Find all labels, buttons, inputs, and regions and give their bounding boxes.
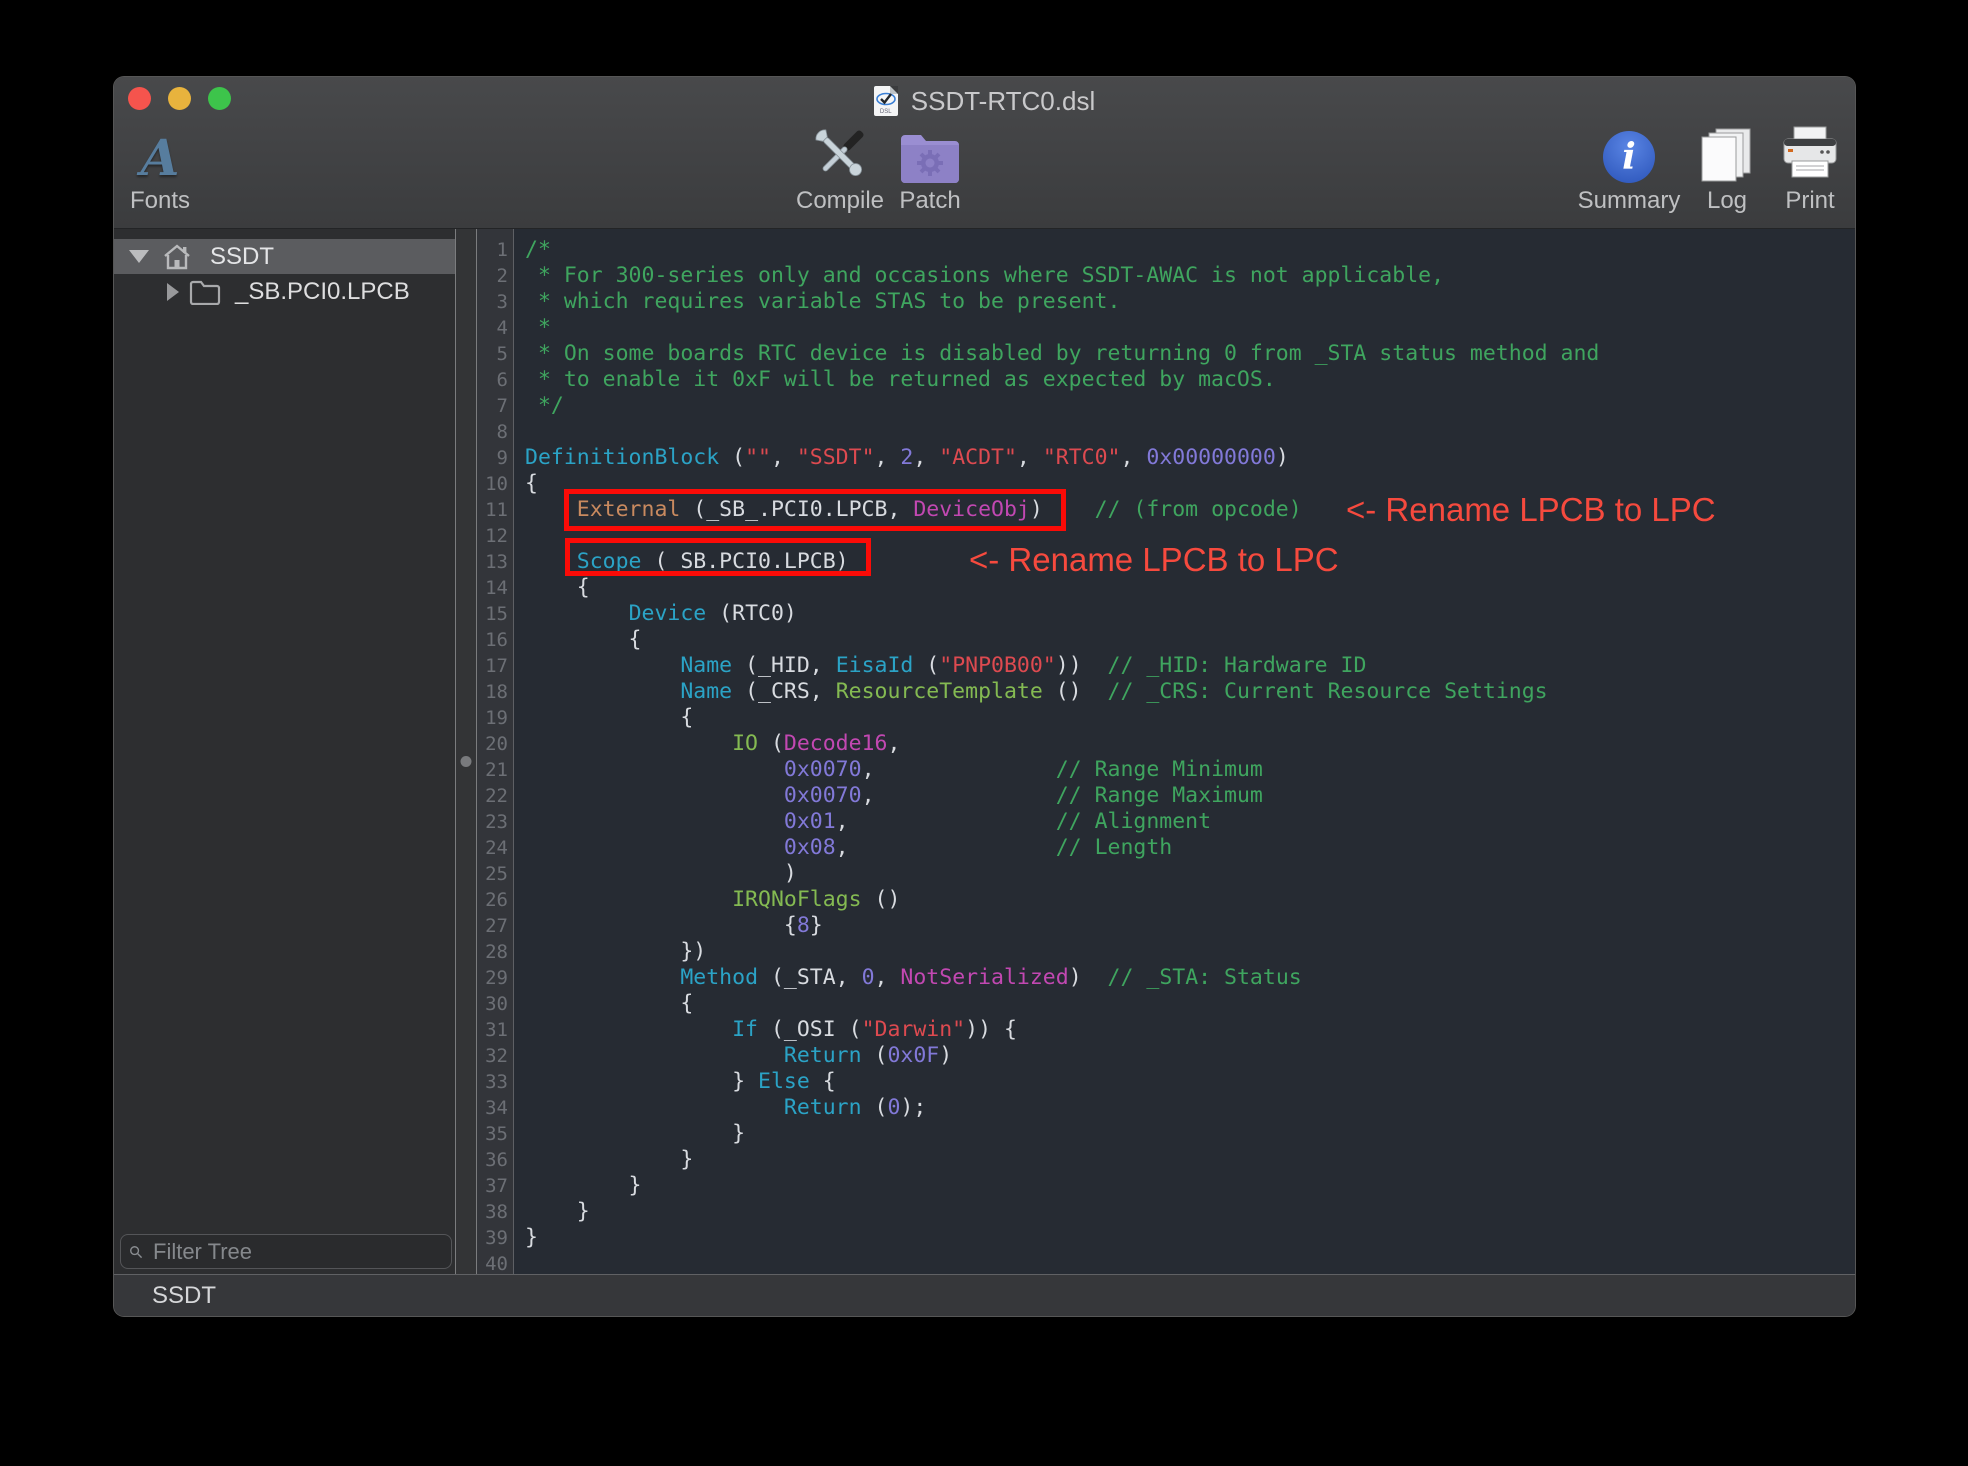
code-line: 0x08, // Length bbox=[525, 835, 1599, 861]
code-line: } bbox=[525, 1225, 1599, 1251]
code-line: 0x0070, // Range Maximum bbox=[525, 783, 1599, 809]
code-line: { bbox=[525, 991, 1599, 1017]
pane-splitter[interactable] bbox=[455, 229, 477, 1274]
code-line: Device (RTC0) bbox=[525, 601, 1599, 627]
code-line: If (_OSI ("Darwin")) { bbox=[525, 1017, 1599, 1043]
splitter-handle-icon[interactable] bbox=[461, 756, 472, 767]
patch-label: Patch bbox=[899, 189, 960, 213]
fonts-label: Fonts bbox=[130, 189, 190, 213]
code-line: 0x0070, // Range Minimum bbox=[525, 757, 1599, 783]
code-line: } bbox=[525, 1173, 1599, 1199]
line-number-gutter: 1234567891011121314151617181920212223242… bbox=[477, 229, 514, 1274]
window-title-group: DSL SSDT-RTC0.dsl bbox=[114, 82, 1855, 120]
status-bar: SSDT bbox=[114, 1274, 1855, 1316]
code-line: Method (_STA, 0, NotSerialized) // _STA:… bbox=[525, 965, 1599, 991]
filter-tree-input[interactable] bbox=[151, 1238, 443, 1266]
sidebar-item-label: _SB.PCI0.LPCB bbox=[235, 278, 410, 306]
code-line: Name (_CRS, ResourceTemplate () // _CRS:… bbox=[525, 679, 1599, 705]
patch-button[interactable]: Patch bbox=[860, 125, 1000, 213]
fonts-icon: A bbox=[141, 133, 180, 183]
highlight-box-scope bbox=[565, 538, 871, 576]
code-line: * bbox=[525, 315, 1599, 341]
code-line: 0x01, // Alignment bbox=[525, 809, 1599, 835]
code-line: */ bbox=[525, 393, 1599, 419]
disclosure-right-icon[interactable] bbox=[167, 283, 179, 301]
code-line bbox=[525, 1251, 1599, 1274]
search-icon bbox=[129, 1242, 143, 1262]
annotation-rename-2: <- Rename LPCB to LPC bbox=[969, 541, 1339, 579]
code-line: } Else { bbox=[525, 1069, 1599, 1095]
code-line: {8} bbox=[525, 913, 1599, 939]
highlight-box-external bbox=[564, 489, 1066, 531]
filter-tree-field[interactable] bbox=[120, 1234, 452, 1269]
info-icon: i bbox=[1603, 131, 1655, 183]
code-line bbox=[525, 419, 1599, 445]
code-line: } bbox=[525, 1121, 1599, 1147]
document-icon: DSL bbox=[874, 86, 898, 116]
home-icon bbox=[162, 243, 192, 271]
app-window: DSL SSDT-RTC0.dsl A Fonts bbox=[114, 77, 1855, 1316]
patch-icon bbox=[899, 125, 961, 183]
disclosure-down-icon[interactable] bbox=[129, 250, 149, 263]
print-button[interactable]: Print bbox=[1740, 125, 1855, 213]
code-line: * For 300-series only and occasions wher… bbox=[525, 263, 1599, 289]
titlebar-toolbar: DSL SSDT-RTC0.dsl A Fonts bbox=[114, 77, 1855, 229]
annotation-rename-1: <- Rename LPCB to LPC bbox=[1346, 491, 1716, 529]
code-line: ) bbox=[525, 861, 1599, 887]
code-line: DefinitionBlock ("", "SSDT", 2, "ACDT", … bbox=[525, 445, 1599, 471]
status-text: SSDT bbox=[152, 1282, 216, 1310]
code-line: { bbox=[525, 627, 1599, 653]
code-line: * On some boards RTC device is disabled … bbox=[525, 341, 1599, 367]
code-line: IO (Decode16, bbox=[525, 731, 1599, 757]
code-line: Name (_HID, EisaId ("PNP0B00")) // _HID:… bbox=[525, 653, 1599, 679]
sidebar-item-label: SSDT bbox=[210, 243, 274, 271]
code-line: } bbox=[525, 1199, 1599, 1225]
sidebar-tree: SSDT _SB.PCI0.LPCB bbox=[114, 229, 455, 1274]
code-line: * which requires variable STAS to be pre… bbox=[525, 289, 1599, 315]
code-line: * to enable it 0xF will be returned as e… bbox=[525, 367, 1599, 393]
print-icon bbox=[1780, 125, 1840, 183]
sidebar-item-ssdt[interactable]: SSDT bbox=[114, 239, 455, 274]
code-line: /* bbox=[525, 237, 1599, 263]
sidebar-item-lpcb[interactable]: _SB.PCI0.LPCB bbox=[114, 274, 455, 309]
print-label: Print bbox=[1785, 189, 1834, 213]
fonts-button[interactable]: A Fonts bbox=[114, 125, 230, 213]
code-line: Return (0x0F) bbox=[525, 1043, 1599, 1069]
code-line: Return (0); bbox=[525, 1095, 1599, 1121]
folder-icon bbox=[189, 279, 221, 305]
code-line: IRQNoFlags () bbox=[525, 887, 1599, 913]
code-lines: /* * For 300-series only and occasions w… bbox=[525, 237, 1599, 1274]
code-line: } bbox=[525, 1147, 1599, 1173]
code-line: { bbox=[525, 705, 1599, 731]
window-title: SSDT-RTC0.dsl bbox=[911, 86, 1095, 117]
code-editor[interactable]: /* * For 300-series only and occasions w… bbox=[514, 229, 1855, 1274]
code-line: }) bbox=[525, 939, 1599, 965]
